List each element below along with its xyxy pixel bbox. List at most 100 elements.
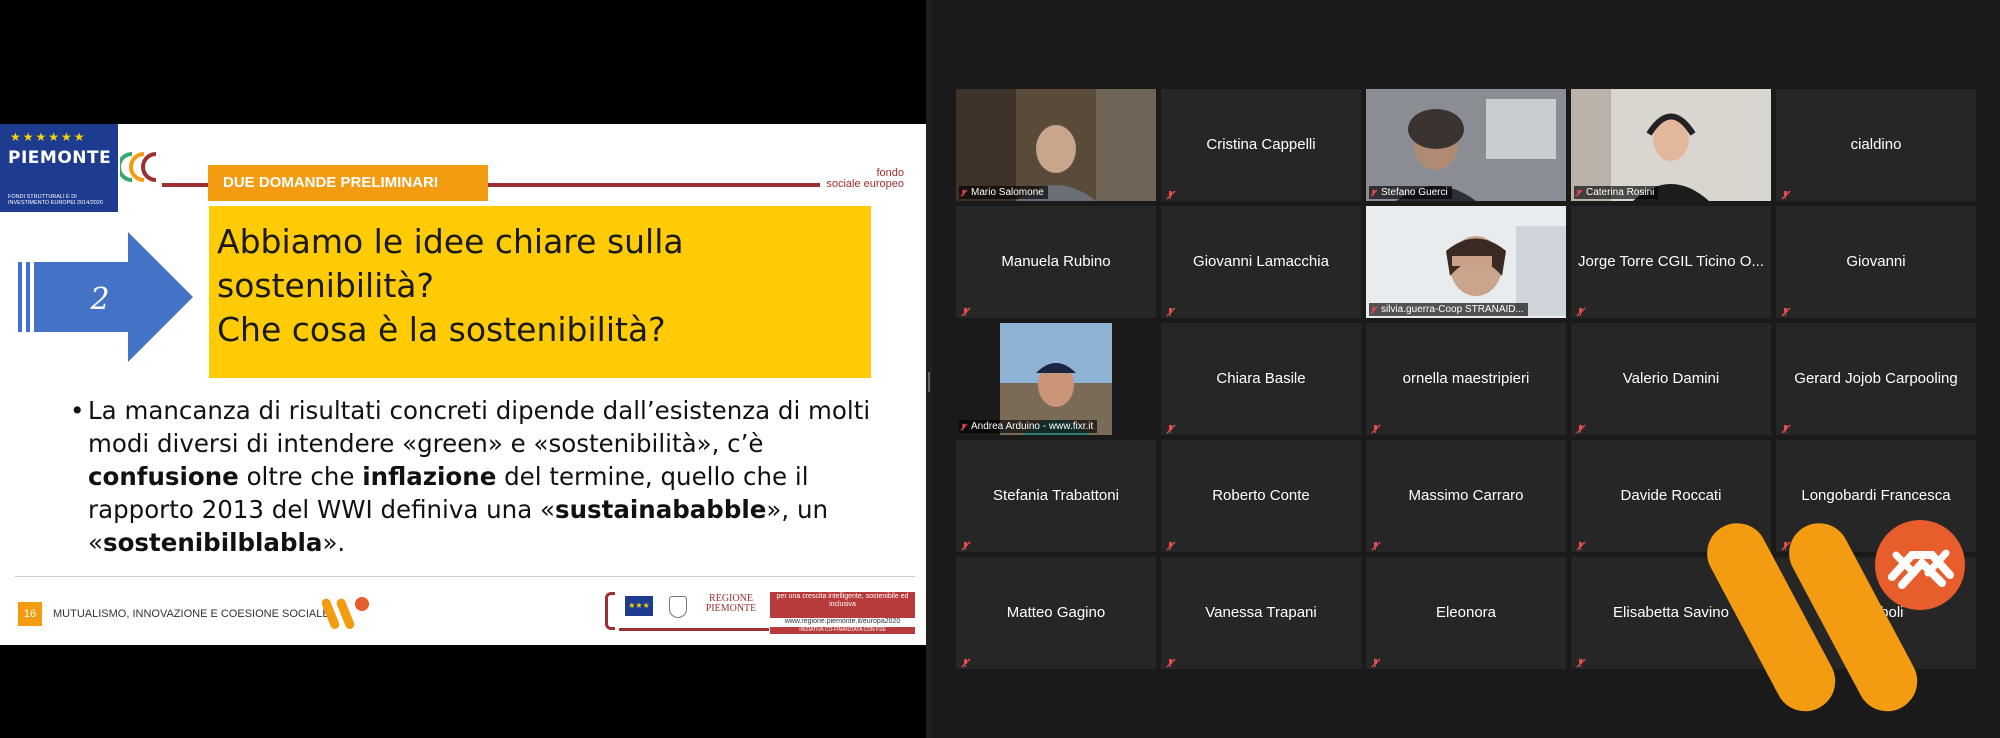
fondo-sociale-europeo-logo: fondo sociale europeo xyxy=(820,168,904,190)
muted-mic-icon xyxy=(1781,304,1791,317)
participant-name-label: Mario Salomone xyxy=(959,186,1048,199)
italy-crest-icon xyxy=(669,596,687,618)
participant-name: Matteo Gagino xyxy=(1006,604,1106,621)
slide-question: Abbiamo le idee chiare sulla sostenibili… xyxy=(217,222,684,349)
participant-name-label: Stefano Guerci xyxy=(1369,186,1452,199)
participant-tile[interactable]: Giovanni Lamacchia xyxy=(1161,206,1361,318)
participant-name: Valerio Damini xyxy=(1622,370,1720,387)
participant-name: Gerard Jojob Carpooling xyxy=(1794,370,1958,387)
participant-tile[interactable]: Cristina Cappelli xyxy=(1161,89,1361,201)
participant-name: Stefano Guerci xyxy=(1381,187,1448,198)
muted-mic-icon xyxy=(960,423,968,431)
bullet-text-2: oltre che xyxy=(238,462,363,491)
footer-title: MUTUALISMO, INNOVAZIONE E COESIONE SOCIA… xyxy=(53,608,330,620)
participant-tile[interactable]: Manuela Rubino xyxy=(956,206,1156,318)
participant-name: Cristina Cappelli xyxy=(1206,136,1316,153)
bullet-text-1: La mancanza di risultati concreti dipend… xyxy=(88,396,871,458)
piemonte-logo-subtitle: FONDI STRUTTURALI E DI INVESTIMENTO EURO… xyxy=(8,194,103,206)
participant-tile[interactable]: Gerard Jojob Carpooling xyxy=(1776,323,1976,435)
participant-tile[interactable]: cialdino xyxy=(1776,89,1976,201)
bullet-bold-4: sostenibilblabla xyxy=(103,528,323,557)
slide-section-tag: DUE DOMANDE PRELIMINARI xyxy=(208,165,488,201)
participant-name: Stefania Trabattoni xyxy=(993,487,1119,504)
participant-name: Roberto Conte xyxy=(1212,487,1310,504)
bullet-bold-3: sustainababble xyxy=(555,495,767,524)
muted-mic-icon xyxy=(1166,304,1176,317)
participant-name: Andrea Arduino - www.fixr.it xyxy=(971,421,1094,432)
piemonte-logo-text: PIEMONTE xyxy=(8,148,112,168)
eu-funding-logos: ★★★ REGIONE PIEMONTE per una crescita in… xyxy=(605,592,915,634)
footer-rule xyxy=(15,576,915,577)
muted-mic-icon xyxy=(961,538,971,551)
number-arrow-graphic: 2 xyxy=(18,232,193,362)
muted-mic-icon xyxy=(1781,187,1791,200)
participant-name: Jorge Torre CGIL Ticino O... xyxy=(1578,253,1764,270)
participant-tile[interactable]: Matteo Gagino xyxy=(956,557,1156,669)
participant-name: Caterina Rosini xyxy=(1586,187,1655,198)
pin-icon xyxy=(960,189,968,197)
participant-name-label: Caterina Rosini xyxy=(1574,186,1659,199)
participant-video xyxy=(1571,89,1771,201)
muted-mic-icon xyxy=(1166,187,1176,200)
participant-video xyxy=(956,89,1156,201)
participant-name: Manuela Rubino xyxy=(1001,253,1111,270)
participant-tile[interactable]: Valerio Damini xyxy=(1571,323,1771,435)
muted-mic-icon xyxy=(1166,538,1176,551)
participant-name: Giovanni Lamacchia xyxy=(1193,253,1329,270)
participant-name: Longobardi Francesca xyxy=(1801,487,1951,504)
muted-mic-icon xyxy=(1576,304,1586,317)
bullet-text-5: ». xyxy=(322,528,346,557)
participant-tile[interactable]: ornella maestripieri xyxy=(1366,323,1566,435)
muted-mic-icon xyxy=(1371,421,1381,434)
cofinanziata-label: INIZIATIVA CO-FINANZIATA CON FSE xyxy=(770,627,915,634)
w-brand-logo-icon xyxy=(322,597,369,629)
divider-handle[interactable] xyxy=(928,372,930,392)
participant-name: ornella maestripieri xyxy=(1402,370,1530,387)
participant-name: Vanessa Trapani xyxy=(1205,604,1317,621)
muted-mic-icon xyxy=(1370,189,1378,197)
muted-mic-icon xyxy=(1576,655,1586,668)
participant-tile[interactable]: Roberto Conte xyxy=(1161,440,1361,552)
participant-tile[interactable]: Caterina Rosini xyxy=(1571,89,1771,201)
eu-flag-icon: ★★★ xyxy=(625,596,653,616)
bullet-point: • La mancanza di risultati concreti dipe… xyxy=(70,394,890,559)
participant-name-label: Andrea Arduino - www.fixr.it xyxy=(959,420,1098,433)
participant-tile[interactable]: Jorge Torre CGIL Ticino O... xyxy=(1571,206,1771,318)
participant-tile[interactable]: silvia.guerra-Coop STRANAID... xyxy=(1366,206,1566,318)
regione-piemonte-logo: REGIONE PIEMONTE xyxy=(705,593,757,614)
participant-tile[interactable]: Andrea Arduino - www.fixr.it xyxy=(956,323,1156,435)
arrow-number: 2 xyxy=(89,282,109,317)
muted-mic-icon xyxy=(1166,655,1176,668)
muted-mic-icon xyxy=(961,304,971,317)
muted-mic-icon xyxy=(1576,538,1586,551)
participant-video xyxy=(956,323,1156,435)
participant-name: cialdino xyxy=(1850,136,1902,153)
participant-tile[interactable]: Massimo Carraro xyxy=(1366,440,1566,552)
participant-name: Davide Roccati xyxy=(1620,487,1722,504)
bullet-dot: • xyxy=(70,396,85,425)
piemonte-fse-logo: ★★★★★★ PIEMONTE FONDI STRUTTURALI E DI I… xyxy=(0,124,118,212)
muted-mic-icon xyxy=(1781,421,1791,434)
participant-name: Mario Salomone xyxy=(971,187,1044,198)
participant-tile[interactable]: Mario Salomone xyxy=(956,89,1156,201)
participant-video xyxy=(1366,206,1566,318)
question-box: Abbiamo le idee chiare sulla sostenibili… xyxy=(209,206,871,378)
bullet-body: La mancanza di risultati concreti dipend… xyxy=(88,394,890,559)
europa2020-box: per una crescita intelligente, sostenibi… xyxy=(770,592,915,618)
muted-mic-icon xyxy=(1370,306,1378,314)
muted-mic-icon xyxy=(1166,421,1176,434)
participant-tile[interactable]: Giovanni xyxy=(1776,206,1976,318)
fse-line-2: sociale europeo xyxy=(826,178,904,190)
participant-name: silvia.guerra-Coop STRANAID... xyxy=(1381,304,1524,315)
ccc-logo-icon xyxy=(120,152,157,182)
participant-name: Massimo Carraro xyxy=(1408,487,1524,504)
muted-mic-icon xyxy=(1371,538,1381,551)
participant-tile[interactable]: Vanessa Trapani xyxy=(1161,557,1361,669)
participant-tile[interactable]: Stefania Trabattoni xyxy=(956,440,1156,552)
shared-screen[interactable]: ★★★★★★ PIEMONTE FONDI STRUTTURALI E DI I… xyxy=(0,0,927,738)
participant-tile[interactable]: Chiara Basile xyxy=(1161,323,1361,435)
participant-tile[interactable]: Stefano Guerci xyxy=(1366,89,1566,201)
europa2020-url: www.regione.piemonte.it/europa2020 xyxy=(784,618,901,625)
participant-name: Chiara Basile xyxy=(1216,370,1306,387)
participant-tile[interactable]: Eleonora xyxy=(1366,557,1566,669)
